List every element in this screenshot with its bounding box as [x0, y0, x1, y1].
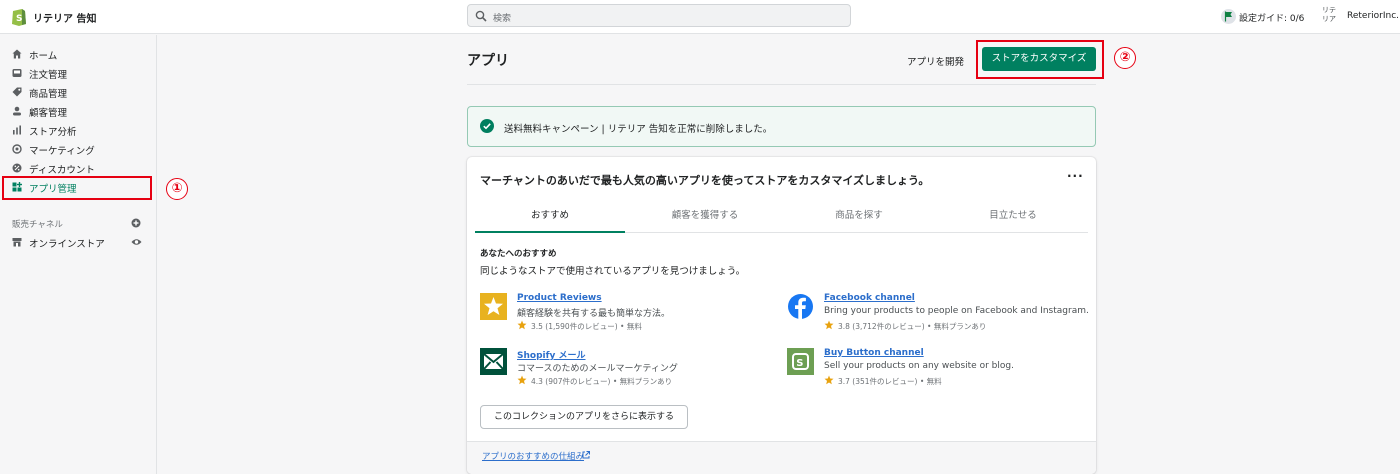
- top-bar: S リテリア 告知 検索 設定ガイド: 0/6 リテ リア ReteriorIn…: [0, 0, 1400, 34]
- how-recommendations-work-link[interactable]: アプリのおすすめの仕組み: [482, 450, 584, 462]
- sidebar-item-discounts[interactable]: ディスカウント: [0, 159, 150, 177]
- search-placeholder: 検索: [493, 14, 512, 24]
- inbox-icon: [12, 69, 22, 77]
- more-actions-icon[interactable]: ···: [1067, 169, 1084, 183]
- email-icon: [480, 348, 507, 375]
- check-circle-icon: [480, 119, 494, 133]
- sidebar-item-label: 顧客管理: [29, 108, 68, 119]
- sidebar-item-online-store[interactable]: オンラインストア: [0, 233, 150, 251]
- sidebar-item-label: 注文管理: [29, 70, 68, 81]
- search-input[interactable]: 検索: [467, 4, 851, 27]
- app-item-buy-button[interactable]: S Buy Button channel Sell your products …: [787, 348, 1087, 393]
- card-footer: アプリのおすすめの仕組み: [467, 441, 1096, 474]
- recommendations-card: マーチャントのあいだで最も人気の高いアプリを使ってストアをカスタマイズしましょう…: [467, 157, 1096, 474]
- facebook-icon: [788, 294, 813, 320]
- app-description: Bring your products to people on Faceboo…: [824, 306, 1089, 316]
- recommendations-description: 同じようなストアで使用されているアプリを見つけましょう。: [480, 266, 746, 277]
- app-item-product-reviews[interactable]: Product Reviews 顧客経験を共有する最も簡単な方法。 3.5 (1…: [480, 293, 780, 338]
- target-icon: [12, 144, 22, 154]
- tab-bar: おすすめ 顧客を獲得する 商品を探す 目立たせる: [475, 202, 1088, 233]
- tag-icon: [12, 87, 22, 97]
- star-icon: [824, 375, 834, 385]
- star-icon: [517, 375, 527, 385]
- buy-button-icon: S: [787, 348, 814, 375]
- star-tile-icon: [480, 293, 507, 320]
- customize-store-button[interactable]: ストアをカスタマイズ: [982, 47, 1096, 71]
- sidebar-item-products[interactable]: 商品管理: [0, 83, 150, 101]
- external-link-icon: [582, 451, 590, 459]
- tab-stand-out[interactable]: 目立たせる: [938, 202, 1088, 233]
- sidebar: ホーム 注文管理 商品管理 顧客管理 ストア分析 マーケティング ディスカウント…: [0, 35, 157, 474]
- home-icon: [12, 49, 22, 59]
- sidebar-item-marketing[interactable]: マーケティング: [0, 140, 150, 158]
- sidebar-item-label: ストア分析: [29, 127, 77, 138]
- account-name[interactable]: ReteriorInc.: [1347, 11, 1399, 21]
- sidebar-item-label: ホーム: [29, 51, 58, 62]
- app-rating: 3.5 (1,590件のレビュー) • 無料: [531, 322, 642, 331]
- highlight-box-apps: [2, 176, 152, 200]
- tab-recommended[interactable]: おすすめ: [475, 202, 625, 233]
- app-item-facebook-channel[interactable]: Facebook channel Bring your products to …: [787, 293, 1089, 338]
- app-rating: 3.7 (351件のレビュー) • 無料: [838, 377, 942, 386]
- person-icon: [13, 106, 21, 116]
- banner-text: 送料無料キャンペーン | リテリア 告知を正常に削除しました。: [504, 124, 773, 135]
- tab-find-products[interactable]: 商品を探す: [784, 202, 934, 233]
- app-description: コマースのためのメールマーケティング: [517, 364, 678, 374]
- app-rating: 3.8 (3,712件のレビュー) • 無料プランあり: [838, 322, 987, 331]
- recommendations-title: あなたへのおすすめ: [480, 249, 557, 259]
- sidebar-item-analytics[interactable]: ストア分析: [0, 121, 150, 139]
- annotation-badge-1: ①: [166, 178, 188, 200]
- header-divider: [467, 84, 1096, 85]
- annotation-badge-2: ②: [1114, 47, 1136, 69]
- sidebar-item-label: マーケティング: [29, 146, 95, 157]
- card-heading: マーチャントのあいだで最も人気の高いアプリを使ってストアをカスタマイズしましょう…: [480, 174, 930, 187]
- sidebar-item-label: オンラインストア: [29, 239, 105, 250]
- success-banner: 送料無料キャンペーン | リテリア 告知を正常に削除しました。: [467, 106, 1096, 147]
- sidebar-item-label: ディスカウント: [29, 165, 95, 176]
- sidebar-item-label: 商品管理: [29, 89, 68, 100]
- app-rating: 4.3 (907件のレビュー) • 無料プランあり: [531, 377, 673, 386]
- sidebar-item-home[interactable]: ホーム: [0, 45, 150, 63]
- show-more-apps-button[interactable]: このコレクションのアプリをさらに表示する: [480, 405, 688, 429]
- shopify-logo-icon[interactable]: S: [11, 7, 27, 26]
- eye-icon[interactable]: [131, 237, 142, 247]
- develop-apps-link[interactable]: アプリを開発: [907, 54, 964, 68]
- sidebar-item-orders[interactable]: 注文管理: [0, 64, 150, 82]
- svg-text:S: S: [16, 14, 22, 24]
- app-item-shopify-email[interactable]: Shopify メール コマースのためのメールマーケティング 4.3 (907件…: [480, 348, 780, 393]
- store-name[interactable]: リテリア 告知: [33, 10, 96, 25]
- setup-guide-label: 設定ガイド: 0/6: [1239, 14, 1305, 24]
- avatar[interactable]: リテ リア: [1322, 6, 1336, 24]
- add-channel-icon[interactable]: [131, 218, 141, 228]
- app-name[interactable]: Facebook channel: [824, 293, 915, 303]
- tab-acquire-customers[interactable]: 顧客を獲得する: [630, 202, 780, 233]
- app-name[interactable]: Product Reviews: [517, 293, 602, 303]
- svg-text:S: S: [796, 358, 803, 369]
- star-icon: [824, 320, 834, 330]
- app-description: Sell your products on any website or blo…: [824, 361, 1014, 371]
- app-description: 顧客経験を共有する最も簡単な方法。: [517, 309, 671, 319]
- store-icon: [12, 238, 22, 247]
- app-name[interactable]: Buy Button channel: [824, 348, 924, 358]
- app-name[interactable]: Shopify メール: [517, 348, 586, 361]
- flag-icon: [1221, 9, 1236, 24]
- star-icon: [517, 320, 527, 330]
- sales-channels-header: 販売チャネル: [12, 220, 63, 230]
- bar-chart-icon: [13, 125, 21, 135]
- discount-icon: [12, 163, 22, 173]
- search-icon: [475, 10, 487, 22]
- sidebar-item-customers[interactable]: 顧客管理: [0, 102, 150, 120]
- page-title: アプリ: [467, 53, 509, 69]
